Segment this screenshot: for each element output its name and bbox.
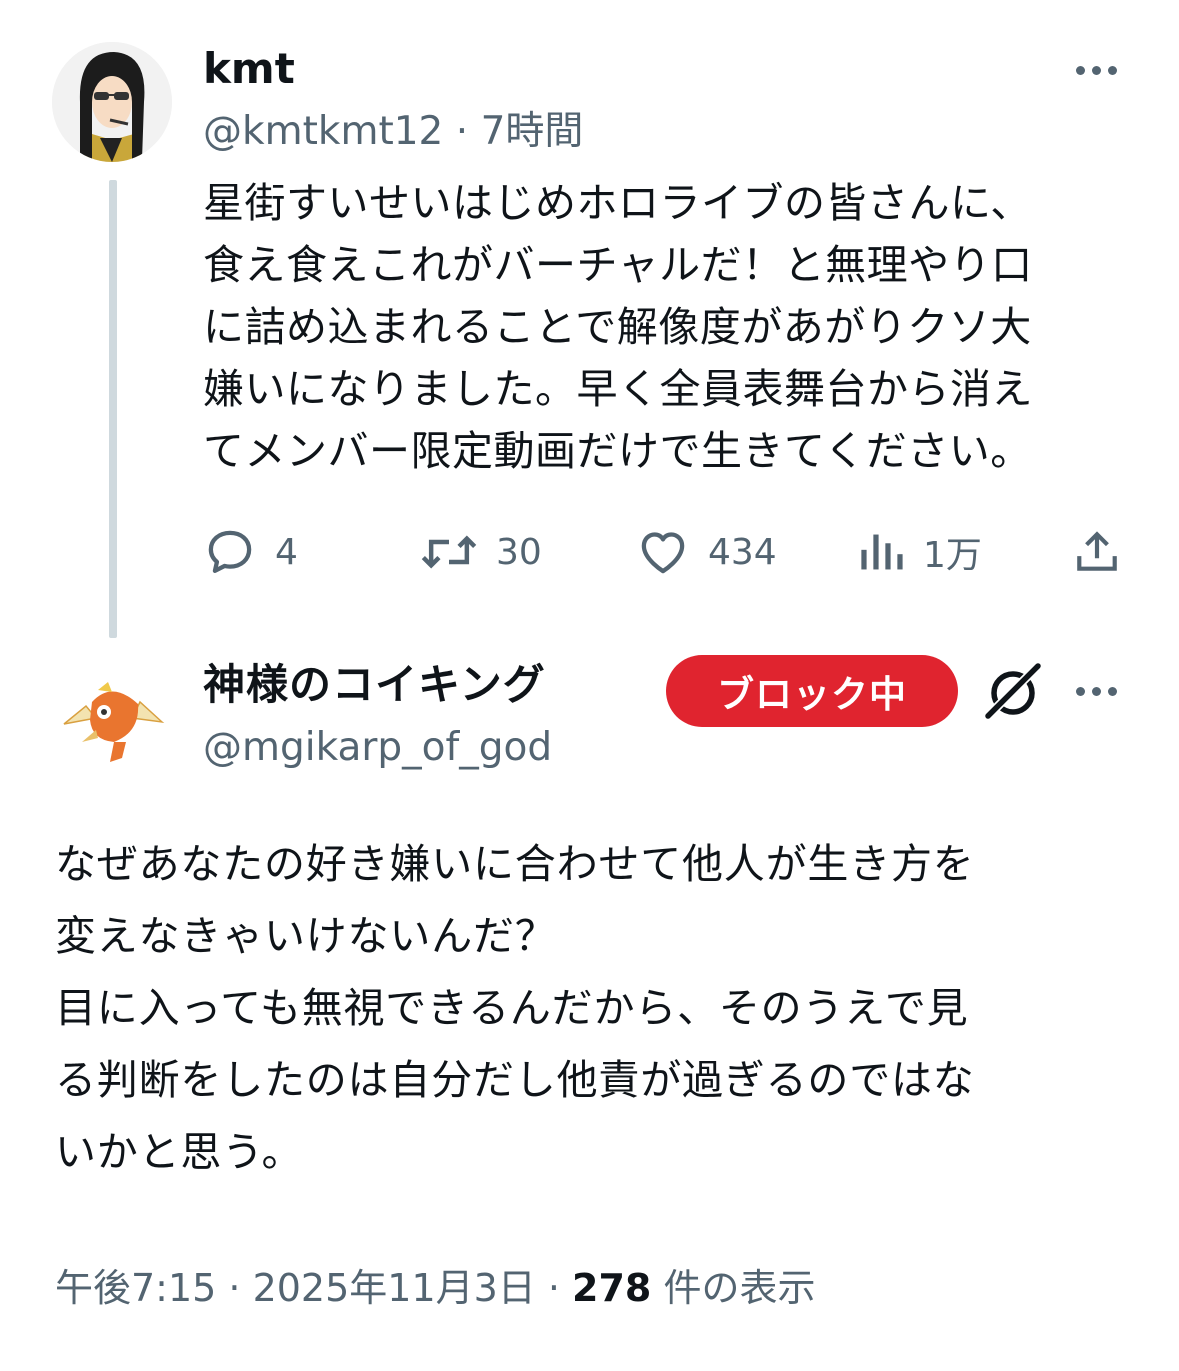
parent-avatar[interactable]	[52, 42, 172, 162]
thread-connector-line	[109, 180, 117, 638]
bar-chart-icon	[861, 534, 903, 570]
reply-display-name[interactable]: 神様のコイキング	[203, 660, 546, 710]
reply-avatar[interactable]	[52, 662, 172, 782]
more-dot	[1076, 687, 1085, 696]
blocked-status-button[interactable]: ブロック中	[666, 655, 958, 727]
more-dot	[1092, 66, 1101, 75]
view-label: 件の表示	[651, 1266, 816, 1310]
share-upload-icon	[1077, 531, 1117, 571]
retweet-count: 30	[496, 531, 542, 573]
views-button[interactable]: 1万	[857, 522, 982, 582]
more-dot	[1076, 66, 1085, 75]
like-count: 434	[708, 531, 777, 573]
views-count: 1万	[923, 535, 982, 576]
grok-slash-icon	[984, 662, 1042, 720]
view-count: 278	[572, 1266, 652, 1310]
reply-tweet-text: なぜあなたの好き嫌いに合わせて他人が生き方を 変えなきゃいけないんだ？ 目に入っ…	[55, 840, 975, 1176]
reply-button[interactable]: 4	[203, 522, 298, 582]
reply-count: 4	[275, 531, 298, 573]
parent-display-name[interactable]: kmt	[203, 44, 295, 94]
meta-separator: ·	[443, 109, 481, 154]
retweet-button[interactable]: 30	[420, 522, 542, 582]
parent-avatar-image	[52, 42, 172, 162]
speech-bubble-icon	[208, 530, 252, 574]
grok-button[interactable]	[980, 658, 1046, 724]
tweet-timestamp[interactable]: 午後7:15 · 2025年11月3日 ·	[55, 1266, 572, 1310]
like-button[interactable]: 434	[636, 522, 777, 582]
parent-handle[interactable]: @kmtkmt12	[203, 109, 443, 154]
reply-more-button[interactable]	[1076, 687, 1117, 696]
more-dot	[1092, 687, 1101, 696]
reply-handle[interactable]: @mgikarp_of_god	[203, 724, 552, 772]
parent-time[interactable]: 7時間	[481, 109, 584, 154]
parent-more-button[interactable]	[1076, 66, 1117, 75]
more-dot	[1108, 66, 1117, 75]
parent-meta: @kmtkmt12 · 7時間	[203, 108, 583, 156]
heart-icon	[641, 532, 685, 574]
reply-avatar-image	[52, 662, 172, 782]
more-dot	[1108, 687, 1117, 696]
tweet-footer: 午後7:15 · 2025年11月3日 · 278 件の表示	[55, 1262, 815, 1314]
retweet-arrows-icon	[421, 535, 477, 569]
parent-tweet-text: 星街すいせいはじめホロライブの皆さんに、 食え食えこれがバーチャルだ！と無理やり…	[203, 179, 1033, 475]
share-button[interactable]	[1072, 522, 1122, 582]
